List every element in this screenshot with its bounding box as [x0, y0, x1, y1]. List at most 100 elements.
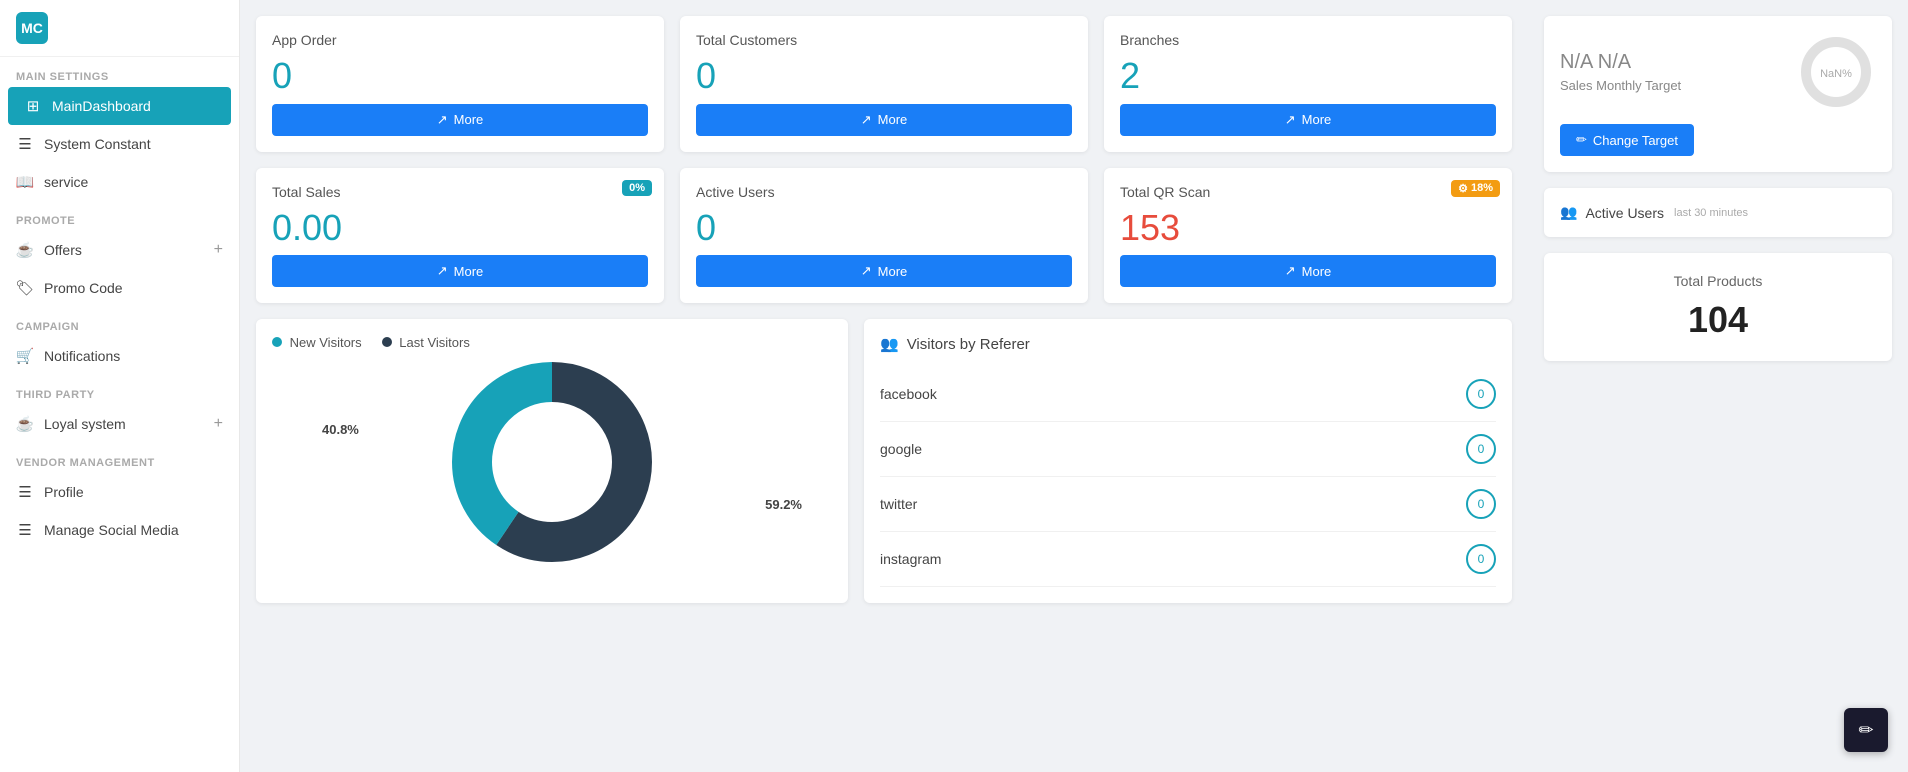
sales-target-card: N/A N/A Sales Monthly Target NaN% ✏ Chan… [1544, 16, 1892, 172]
logo-icon: MC [16, 12, 48, 44]
section-vendor-mgmt: Vendor Management [0, 443, 239, 473]
sales-nan-label: N/A N/A [1560, 51, 1681, 74]
edit-icon: ✏ [1576, 132, 1587, 148]
more-btn-app-order[interactable]: ↗ More [272, 104, 648, 136]
system-icon: ☰ [16, 135, 34, 153]
fab-button[interactable]: ✏ [1844, 708, 1888, 752]
main-content: App Order 0 ↗ More Total Customers 0 ↗ M… [240, 0, 1528, 772]
section-promote: Promote [0, 201, 239, 231]
chart-referer-row: New Visitors Last Visitors [256, 319, 1512, 603]
section-main-settings: Main Settings [0, 57, 239, 87]
nav-label: MainDashboard [52, 98, 151, 114]
profile-icon: ☰ [16, 483, 34, 501]
card-value-total-customers: 0 [696, 56, 1072, 96]
referer-count-facebook: 0 [1466, 379, 1496, 409]
more-link-icon: ↗ [861, 112, 872, 128]
nav-label: Notifications [44, 348, 120, 364]
more-link-icon: ↗ [861, 263, 872, 279]
total-products-card: Total Products 104 [1544, 253, 1892, 361]
offers-icon: ☕ [16, 241, 34, 259]
sidebar-item-system-constant[interactable]: ☰ System Constant [0, 125, 239, 163]
bottom-cards-row: 0% Total Sales 0.00 ↗ More Active Users … [256, 168, 1512, 304]
card-total-customers: Total Customers 0 ↗ More [680, 16, 1088, 152]
nav-label: Profile [44, 484, 84, 500]
referer-count-instagram: 0 [1466, 544, 1496, 574]
card-title-app-order: App Order [272, 32, 648, 48]
sidebar-logo: MC [0, 0, 239, 57]
card-title-active-users: Active Users [696, 184, 1072, 200]
more-btn-total-sales[interactable]: ↗ More [272, 255, 648, 287]
more-link-icon: ↗ [437, 112, 448, 128]
card-value-total-sales: 0.00 [272, 208, 648, 248]
more-btn-branches[interactable]: ↗ More [1120, 104, 1496, 136]
more-btn-total-customers[interactable]: ↗ More [696, 104, 1072, 136]
social-icon: ☰ [16, 521, 34, 539]
plus-icon-loyal[interactable]: + [214, 415, 223, 433]
card-branches: Branches 2 ↗ More [1104, 16, 1512, 152]
sales-donut-small: NaN% [1796, 32, 1876, 112]
card-value-app-order: 0 [272, 56, 648, 96]
card-total-qr-scan: ⚙ 18% Total QR Scan 153 ↗ More [1104, 168, 1512, 304]
sales-monthly-label: Sales Monthly Target [1560, 78, 1681, 93]
referer-count-google: 0 [1466, 434, 1496, 464]
sidebar-item-loyal-system[interactable]: ☕ Loyal system + [0, 405, 239, 443]
sidebar: MC Main Settings ⊞ MainDashboard ☰ Syste… [0, 0, 240, 772]
total-products-value: 104 [1560, 299, 1876, 341]
card-title-branches: Branches [1120, 32, 1496, 48]
card-value-total-qr-scan: 153 [1120, 208, 1496, 248]
card-value-active-users: 0 [696, 208, 1072, 248]
dashboard-icon: ⊞ [24, 97, 42, 115]
card-active-users: Active Users 0 ↗ More [680, 168, 1088, 304]
badge-0pct: 0% [622, 180, 652, 196]
fab-icon: ✏ [1858, 720, 1873, 741]
new-visitors-dot [272, 337, 282, 347]
referer-card: 👥 Visitors by Referer facebook 0 google … [864, 319, 1512, 603]
small-donut-svg: NaN% [1796, 32, 1876, 112]
visitors-chart-card: New Visitors Last Visitors [256, 319, 848, 603]
sidebar-item-promo-code[interactable]: 🏷 Promo Code [0, 269, 239, 307]
active-users-widget: 👥 Active Users last 30 minutes [1544, 188, 1892, 237]
nav-label: service [44, 174, 88, 190]
notifications-icon: 🛒 [16, 347, 34, 365]
section-campaign: Campaign [0, 307, 239, 337]
card-app-order: App Order 0 ↗ More [256, 16, 664, 152]
plus-icon[interactable]: + [214, 241, 223, 259]
more-link-icon: ↗ [437, 263, 448, 279]
donut-chart-container: 40.8% 59.2% [272, 362, 832, 562]
badge-18pct: ⚙ 18% [1451, 180, 1500, 197]
sidebar-item-notifications[interactable]: 🛒 Notifications [0, 337, 239, 375]
more-link-icon: ↗ [1285, 263, 1296, 279]
sales-target-info: N/A N/A Sales Monthly Target [1560, 51, 1681, 93]
sidebar-item-profile[interactable]: ☰ Profile [0, 473, 239, 511]
more-btn-total-qr-scan[interactable]: ↗ More [1120, 255, 1496, 287]
sidebar-item-manage-social-media[interactable]: ☰ Manage Social Media [0, 511, 239, 549]
sidebar-item-offers[interactable]: ☕ Offers + [0, 231, 239, 269]
referer-count-twitter: 0 [1466, 489, 1496, 519]
card-title-total-customers: Total Customers [696, 32, 1072, 48]
change-target-btn[interactable]: ✏ Change Target [1560, 124, 1694, 156]
layout-wrapper: App Order 0 ↗ More Total Customers 0 ↗ M… [240, 0, 1908, 772]
active-users-time: last 30 minutes [1674, 207, 1748, 219]
legend-last-visitors: Last Visitors [382, 335, 470, 350]
referer-row-facebook: facebook 0 [880, 367, 1496, 422]
active-users-icon: 👥 [1560, 204, 1577, 221]
promo-icon: 🏷 [16, 279, 34, 297]
content-area: App Order 0 ↗ More Total Customers 0 ↗ M… [240, 0, 1528, 772]
card-title-total-qr-scan: Total QR Scan [1120, 184, 1496, 200]
more-link-icon: ↗ [1285, 112, 1296, 128]
card-title-total-sales: Total Sales [272, 184, 648, 200]
card-value-branches: 2 [1120, 56, 1496, 96]
total-products-label: Total Products [1560, 273, 1876, 289]
more-btn-active-users[interactable]: ↗ More [696, 255, 1072, 287]
referer-row-twitter: twitter 0 [880, 477, 1496, 532]
sidebar-item-main-dashboard[interactable]: ⊞ MainDashboard [8, 87, 231, 125]
top-cards-row: App Order 0 ↗ More Total Customers 0 ↗ M… [256, 16, 1512, 152]
section-third-party: Third Party [0, 375, 239, 405]
referer-title: 👥 Visitors by Referer [880, 335, 1496, 353]
active-users-label: Active Users [1585, 205, 1664, 221]
card-total-sales: 0% Total Sales 0.00 ↗ More [256, 168, 664, 304]
donut-svg [442, 352, 662, 572]
sidebar-item-service[interactable]: 📖 service [0, 163, 239, 201]
chart-legend: New Visitors Last Visitors [272, 335, 832, 350]
nav-label: Loyal system [44, 416, 126, 432]
